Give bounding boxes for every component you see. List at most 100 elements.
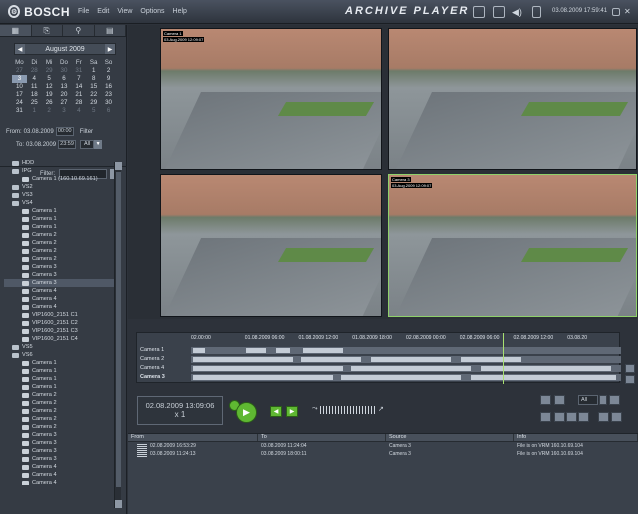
tree-camera[interactable]: Camera 3: [4, 447, 114, 455]
menu-help[interactable]: Help: [173, 8, 187, 15]
tree-camera[interactable]: Camera 1: [4, 223, 114, 231]
monitor-icon[interactable]: [473, 6, 485, 18]
tree-camera[interactable]: Camera 1: [4, 367, 114, 375]
prev-month-button[interactable]: ◀: [15, 44, 25, 54]
calendar-day[interactable]: 24: [12, 99, 27, 107]
tree-camera[interactable]: Camera 2: [4, 231, 114, 239]
calendar-day[interactable]: 7: [71, 75, 86, 83]
calendar-day[interactable]: 2: [101, 67, 116, 75]
tree-camera[interactable]: Camera 1: [4, 359, 114, 367]
video-tile-1[interactable]: Camera 1 03.Aug.2009 12:09:07: [160, 28, 382, 170]
tree-folder[interactable]: VS4: [4, 199, 114, 207]
tree-folder[interactable]: VS3: [4, 191, 114, 199]
calendar-day[interactable]: 16: [101, 83, 116, 91]
calendar-day[interactable]: 9: [101, 75, 116, 83]
delete-button[interactable]: [566, 412, 577, 422]
menu-view[interactable]: View: [117, 8, 132, 15]
calendar-day[interactable]: 23: [101, 91, 116, 99]
scroll-down-icon[interactable]: [115, 500, 122, 508]
zoom-out-icon[interactable]: [625, 375, 635, 384]
tree-camera[interactable]: Camera 4: [4, 287, 114, 295]
tree-camera[interactable]: Camera 4: [4, 295, 114, 303]
tree-folder[interactable]: VS2: [4, 183, 114, 191]
tree-camera[interactable]: Camera 3: [4, 431, 114, 439]
tree-camera[interactable]: VIP1600_2151 C3: [4, 327, 114, 335]
step-forward-button[interactable]: ▶: [286, 406, 298, 417]
calendar-day[interactable]: 5: [42, 75, 57, 83]
calendar-day[interactable]: 17: [12, 91, 27, 99]
export-icon[interactable]: [493, 6, 505, 18]
calendar-day[interactable]: 3: [12, 75, 27, 83]
play-button[interactable]: ▶: [236, 402, 257, 423]
calendar-day[interactable]: 6: [101, 107, 116, 115]
timeline-playhead[interactable]: [503, 333, 504, 384]
calendar-day[interactable]: 15: [86, 83, 101, 91]
track-bar-camera-2[interactable]: [191, 356, 621, 363]
chevron-down-icon[interactable]: ▼: [94, 140, 103, 149]
next-month-button[interactable]: ▶: [105, 44, 115, 54]
scroll-up-icon[interactable]: [115, 162, 122, 170]
zoom-in-icon[interactable]: [625, 364, 635, 373]
calendar-day[interactable]: 4: [71, 107, 86, 115]
tree-camera[interactable]: Camera 3: [4, 455, 114, 463]
calendar-day[interactable]: 2: [42, 107, 57, 115]
calendar-day[interactable]: 25: [27, 99, 42, 107]
calendar-day[interactable]: 28: [71, 99, 86, 107]
tree-camera[interactable]: Camera 2: [4, 415, 114, 423]
tab-export[interactable]: ▤: [95, 25, 126, 36]
rewind-button[interactable]: [554, 395, 565, 405]
calendar-day[interactable]: 20: [57, 91, 72, 99]
calendar-day[interactable]: 27: [57, 99, 72, 107]
tree-camera[interactable]: Camera 2: [4, 239, 114, 247]
track-bar-camera-4[interactable]: [191, 365, 621, 372]
fullscreen-icon[interactable]: [532, 6, 541, 18]
close-icon[interactable]: ✕: [624, 8, 632, 16]
tree-scrollbar[interactable]: [114, 162, 122, 508]
tree-camera[interactable]: Camera 3: [4, 263, 114, 271]
tree-camera[interactable]: Camera 3: [4, 271, 114, 279]
menu-file[interactable]: File: [78, 8, 89, 15]
calendar-day[interactable]: 11: [27, 83, 42, 91]
calendar-day[interactable]: 28: [27, 67, 42, 75]
result-filter-select[interactable]: All: [578, 395, 598, 405]
scroll-thumb[interactable]: [116, 172, 121, 487]
tree-camera[interactable]: Camera 1: [4, 383, 114, 391]
col-to[interactable]: To: [258, 434, 386, 441]
tree-folder[interactable]: IPG: [4, 167, 114, 175]
filter-select[interactable]: All: [80, 140, 95, 149]
calendar-day[interactable]: 19: [42, 91, 57, 99]
lock-button[interactable]: [540, 412, 551, 422]
tab-calendar[interactable]: ▦: [0, 25, 32, 36]
calendar-day[interactable]: 30: [101, 99, 116, 107]
col-from[interactable]: From: [128, 434, 258, 441]
calendar-day[interactable]: 18: [27, 91, 42, 99]
tree-folder[interactable]: VS5: [4, 343, 114, 351]
video-tile-2[interactable]: [388, 28, 637, 170]
tree-camera[interactable]: Camera 2: [4, 391, 114, 399]
list-view-button[interactable]: [598, 412, 609, 422]
calendar-day[interactable]: 5: [86, 107, 101, 115]
menu-edit[interactable]: Edit: [97, 8, 109, 15]
calendar-day[interactable]: 29: [86, 99, 101, 107]
track-bar-camera-3[interactable]: [191, 374, 621, 381]
tree-camera[interactable]: Camera 4: [4, 479, 114, 485]
tree-camera[interactable]: Camera 4: [4, 463, 114, 471]
tree-camera[interactable]: Camera 1 (160.10.69.161): [4, 175, 114, 183]
tab-bookmarks[interactable]: ⎘: [32, 25, 63, 36]
calendar-day[interactable]: 30: [57, 67, 72, 75]
tree-camera[interactable]: VIP1600_2151 C4: [4, 335, 114, 343]
calendar-day[interactable]: 22: [86, 91, 101, 99]
calendar-day[interactable]: 3: [57, 107, 72, 115]
calendar-day[interactable]: 4: [27, 75, 42, 83]
tree-camera[interactable]: Camera 2: [4, 399, 114, 407]
chevron-down-icon[interactable]: [599, 395, 607, 405]
track-bar-camera-1[interactable]: [191, 347, 621, 354]
calendar-day[interactable]: 12: [42, 83, 57, 91]
tree-camera[interactable]: Camera 3: [4, 279, 114, 287]
col-info[interactable]: Info: [514, 434, 638, 441]
table-row[interactable]: 02.08.2009 16:53:29 03.08.2009 11:24:04 …: [128, 442, 638, 450]
calendar-day[interactable]: 6: [57, 75, 72, 83]
tree-camera[interactable]: Camera 2: [4, 423, 114, 431]
tree-camera[interactable]: Camera 2: [4, 255, 114, 263]
tree-camera[interactable]: Camera 4: [4, 303, 114, 311]
